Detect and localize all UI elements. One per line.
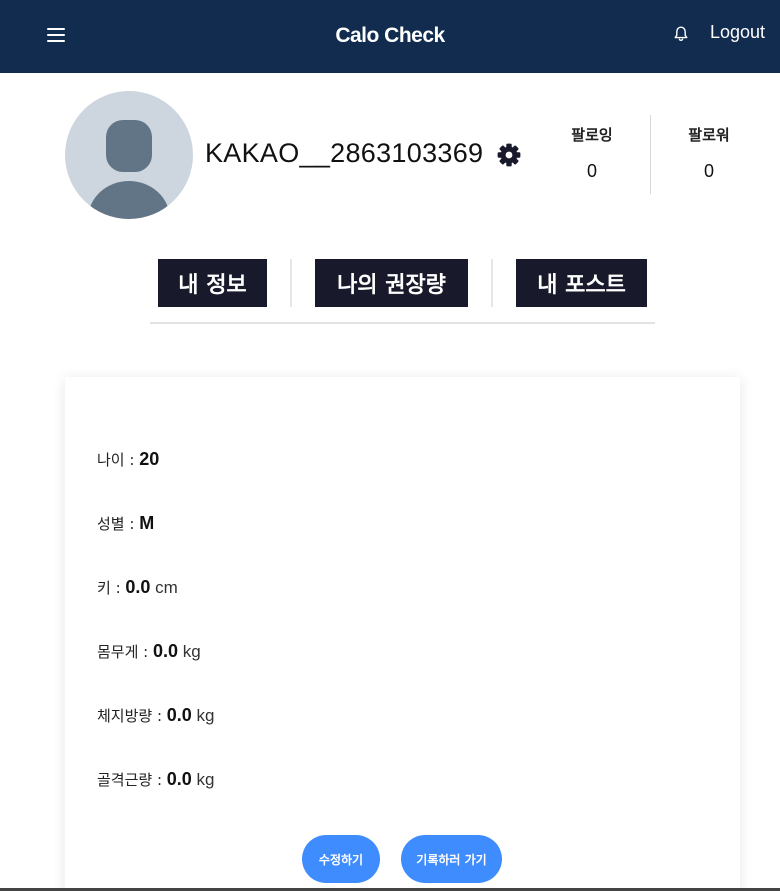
gear-icon[interactable] — [497, 143, 521, 167]
bell-icon[interactable] — [673, 25, 689, 43]
hamburger-icon[interactable] — [47, 28, 65, 44]
body-fat-value: 0.0 — [166, 705, 192, 725]
app-title-container: Calo Check — [0, 0, 780, 73]
top-navbar: Calo Check Logout — [0, 0, 780, 73]
height-label: 키 : — [97, 579, 126, 597]
following-stat[interactable]: 팔로잉 0 — [547, 124, 637, 182]
followers-count: 0 — [703, 161, 714, 181]
avatar — [65, 91, 193, 219]
body-fat-unit: kg — [191, 706, 215, 725]
profile-username: KAKAO__2863103369 — [205, 138, 484, 168]
tab-separator — [491, 259, 493, 307]
info-row-muscle: 골격근량 : 0.0 kg — [97, 769, 215, 790]
age-value: 20 — [139, 449, 160, 469]
muscle-label: 골격근량 : — [97, 771, 167, 789]
info-row-age: 나이 : 20 — [97, 449, 159, 470]
tabs-underline — [150, 322, 655, 324]
edit-button[interactable]: 수정하기 — [302, 835, 380, 883]
logout-link[interactable]: Logout — [710, 22, 765, 43]
weight-value: 0.0 — [153, 641, 179, 661]
followers-stat[interactable]: 팔로워 0 — [664, 124, 754, 182]
tab-recommended-intake[interactable]: 나의 권장량 — [315, 259, 468, 307]
info-row-weight: 몸무게 : 0.0 kg — [97, 641, 201, 662]
height-unit: cm — [150, 578, 178, 597]
app-title[interactable]: Calo Check — [335, 24, 445, 47]
info-row-height: 키 : 0.0 cm — [97, 577, 178, 598]
muscle-unit: kg — [191, 770, 215, 789]
muscle-value: 0.0 — [166, 769, 192, 789]
tab-my-info[interactable]: 내 정보 — [158, 259, 267, 307]
info-card — [65, 377, 740, 891]
tab-my-posts[interactable]: 내 포스트 — [516, 259, 647, 307]
following-count: 0 — [586, 161, 597, 181]
weight-unit: kg — [178, 642, 201, 661]
age-label: 나이 : — [97, 451, 140, 469]
gender-value: M — [139, 513, 155, 533]
height-value: 0.0 — [125, 577, 151, 597]
default-user-icon — [88, 120, 170, 219]
info-row-gender: 성별 : M — [97, 513, 154, 534]
info-row-body-fat: 체지방량 : 0.0 kg — [97, 705, 215, 726]
gender-label: 성별 : — [97, 515, 140, 533]
followers-label: 팔로워 — [688, 126, 730, 144]
stats-divider — [650, 115, 651, 194]
tab-separator — [290, 259, 292, 307]
body-fat-label: 체지방량 : — [97, 707, 167, 725]
following-label: 팔로잉 — [571, 126, 613, 144]
weight-label: 몸무게 : — [97, 643, 153, 661]
go-record-button[interactable]: 기록하러 가기 — [401, 835, 502, 883]
